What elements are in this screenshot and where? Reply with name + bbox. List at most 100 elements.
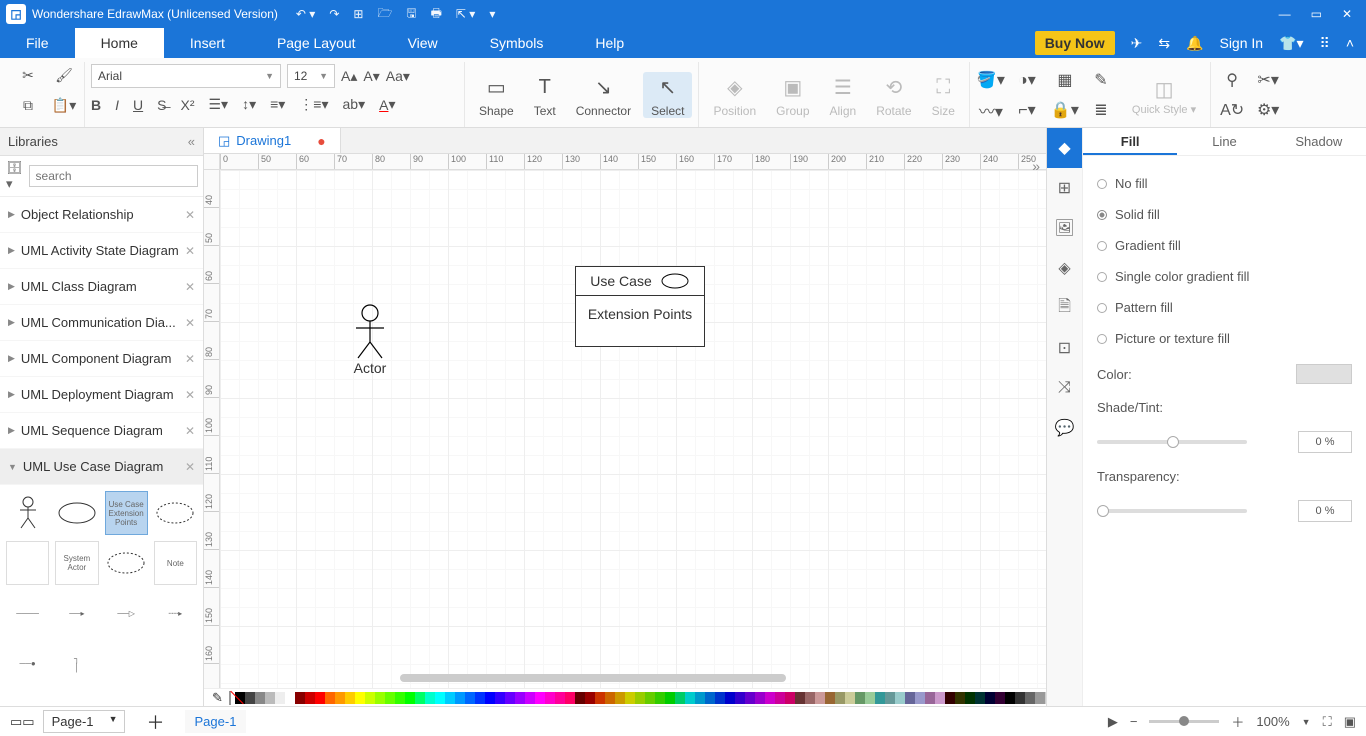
fill-icon[interactable]: 🪣▾ [976, 67, 1006, 93]
color-swatch[interactable] [485, 692, 495, 704]
color-swatch[interactable] [735, 692, 745, 704]
text-button[interactable]: TText [526, 72, 564, 118]
paste-icon[interactable]: 📋▾ [50, 92, 78, 118]
export-icon[interactable]: ⇱ ▾ [456, 7, 475, 21]
page-panel-icon[interactable]: 🗎 [1047, 288, 1082, 328]
color-swatch[interactable] [1015, 692, 1025, 704]
color-swatch[interactable] [625, 692, 635, 704]
fit-page-icon[interactable]: ⛶ [1323, 714, 1332, 730]
color-swatch[interactable] [1025, 692, 1035, 704]
select-button[interactable]: ↖Select [643, 72, 692, 118]
color-swatch[interactable] [555, 692, 565, 704]
comment-panel-icon[interactable]: 💬 [1047, 408, 1082, 448]
library-item[interactable]: ▶UML Sequence Diagram✕ [0, 413, 203, 449]
color-swatch[interactable] [705, 692, 715, 704]
color-swatch[interactable] [575, 692, 585, 704]
color-swatch[interactable] [385, 692, 395, 704]
color-swatch[interactable] [595, 692, 605, 704]
layers-panel-icon[interactable]: ◈ [1047, 248, 1082, 288]
color-swatch[interactable] [645, 692, 655, 704]
color-swatch[interactable] [435, 692, 445, 704]
transparency-slider[interactable] [1097, 509, 1247, 513]
expand-right-panel-icon[interactable]: » [1032, 158, 1040, 174]
find-icon[interactable]: ⚲ [1217, 67, 1247, 93]
shape-collab[interactable] [154, 491, 197, 535]
shape-line6[interactable]: ┐│ [55, 641, 98, 685]
library-item[interactable]: ▶UML Communication Dia...✕ [0, 305, 203, 341]
color-swatch[interactable] [925, 692, 935, 704]
color-swatch[interactable] [975, 692, 985, 704]
format-painter-icon[interactable]: 🖌 [50, 62, 78, 88]
color-swatch[interactable] [845, 692, 855, 704]
color-swatch[interactable] [415, 692, 425, 704]
color-swatch[interactable] [455, 692, 465, 704]
library-menu-icon[interactable]: 🗄▾ [6, 160, 23, 192]
minimize-icon[interactable]: — [1279, 7, 1291, 21]
shape-actor[interactable] [6, 491, 49, 535]
shape-collab2[interactable] [105, 541, 148, 585]
shade-slider[interactable] [1097, 440, 1247, 444]
horizontal-scrollbar[interactable] [400, 674, 786, 682]
usecase-shape[interactable]: Use Case Extension Points [575, 266, 705, 347]
color-swatch[interactable] [605, 692, 615, 704]
font-family-combo[interactable]: Arial▼ [91, 64, 281, 88]
line-spacing-icon[interactable]: ↕▾ [242, 96, 256, 113]
shape-usecase[interactable] [55, 491, 98, 535]
radio-pattern-fill[interactable]: Pattern fill [1097, 292, 1352, 323]
prop-tab-line[interactable]: Line [1177, 128, 1271, 155]
canvas[interactable]: » 05060708090100110120130140150160170180… [204, 154, 1046, 688]
shape-line5[interactable]: ──● [6, 641, 49, 685]
color-swatch[interactable] [615, 692, 625, 704]
radio-gradient-fill[interactable]: Gradient fill [1097, 230, 1352, 261]
radio-single-gradient[interactable]: Single color gradient fill [1097, 261, 1352, 292]
shape-usecase-ext[interactable]: Use Case Extension Points [105, 491, 148, 535]
page-list-icon[interactable]: ▭▭ [10, 714, 35, 730]
color-swatch[interactable] [985, 692, 995, 704]
save-icon[interactable]: 🖫 [406, 4, 416, 25]
theme-icon[interactable]: ▦ [1050, 67, 1080, 93]
color-swatch[interactable] [245, 692, 255, 704]
color-swatch[interactable] [785, 692, 795, 704]
color-swatch[interactable] [875, 692, 885, 704]
text-direction-icon[interactable]: ab▾ [343, 96, 366, 113]
color-swatch[interactable] [315, 692, 325, 704]
color-swatch[interactable] [965, 692, 975, 704]
radio-texture-fill[interactable]: Picture or texture fill [1097, 323, 1352, 354]
shape-blank[interactable] [6, 541, 49, 585]
page-combo[interactable]: Page-1▼ [43, 710, 125, 733]
color-swatch[interactable] [995, 692, 1005, 704]
share-icon[interactable]: ⇆ [1158, 35, 1170, 52]
color-swatch[interactable] [815, 692, 825, 704]
page-tab[interactable]: Page-1 [185, 710, 247, 733]
shape-note[interactable]: Note [154, 541, 197, 585]
options-icon[interactable]: ⚙▾ [1253, 97, 1283, 123]
zoom-out-icon[interactable]: − [1130, 714, 1138, 729]
shape-button[interactable]: ▭Shape [471, 72, 522, 118]
zoom-in-icon[interactable]: ＋ [1231, 712, 1244, 731]
color-swatch[interactable] [1296, 364, 1352, 384]
color-swatch[interactable] [565, 692, 575, 704]
shadow-icon[interactable]: ◑▾ [1012, 67, 1042, 93]
zoom-slider[interactable] [1149, 720, 1219, 723]
no-fill-swatch[interactable] [229, 691, 231, 705]
collapse-panel-icon[interactable]: « [188, 134, 195, 149]
color-swatch[interactable] [1035, 692, 1045, 704]
color-swatch[interactable] [635, 692, 645, 704]
undo-icon[interactable]: ↶ ▾ [296, 7, 315, 21]
connector-button[interactable]: ↘Connector [568, 72, 639, 118]
color-swatch[interactable] [355, 692, 365, 704]
radio-no-fill[interactable]: No fill [1097, 168, 1352, 199]
open-icon[interactable]: 🗁 [377, 4, 392, 25]
eyedropper-icon[interactable]: ✎ [212, 690, 223, 706]
font-size-combo[interactable]: 12▼ [287, 64, 335, 88]
copy-icon[interactable]: ⧉ [14, 92, 42, 118]
color-swatch[interactable] [885, 692, 895, 704]
more-icon[interactable]: ▾ [489, 7, 495, 21]
color-swatch[interactable] [365, 692, 375, 704]
color-swatch[interactable] [725, 692, 735, 704]
tshirt-icon[interactable]: 👕▾ [1279, 35, 1303, 52]
line-icon[interactable]: 〰▾ [976, 97, 1006, 123]
align-text-icon[interactable]: ≡▾ [270, 96, 285, 113]
apps-icon[interactable]: ⠿ [1320, 35, 1330, 52]
tab-symbols[interactable]: Symbols [464, 28, 570, 58]
